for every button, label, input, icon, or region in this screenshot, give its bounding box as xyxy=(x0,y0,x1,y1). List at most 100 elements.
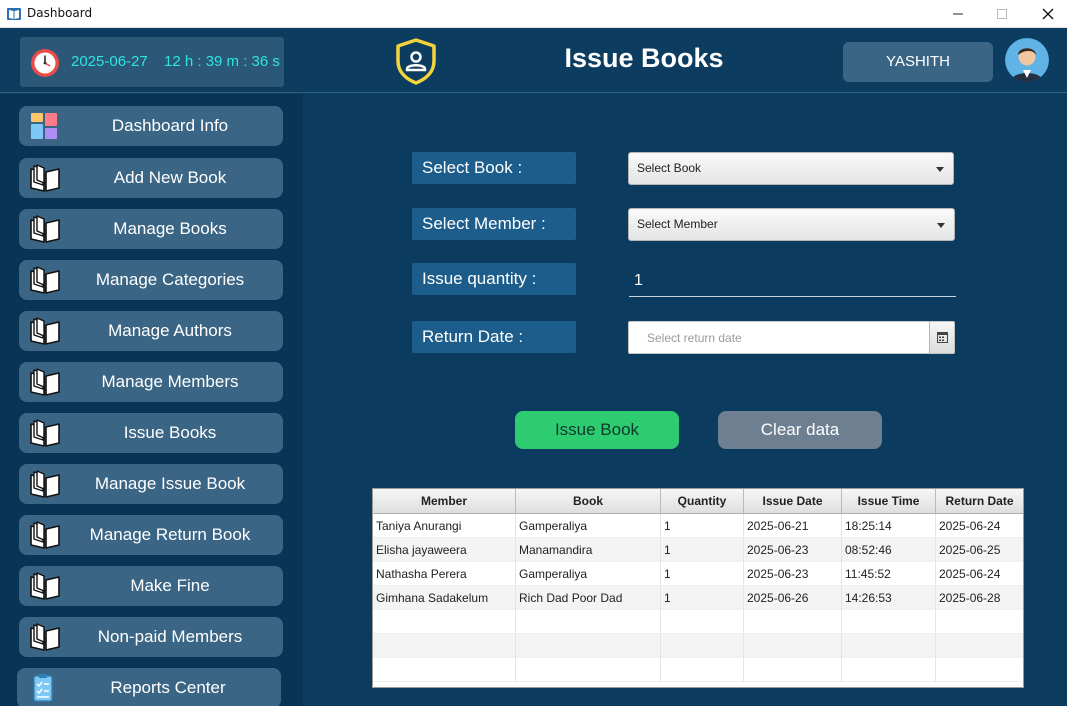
table-row[interactable]: Elisha jayaweera Manamandira 1 2025-06-2… xyxy=(373,538,1023,562)
empty-cell xyxy=(744,610,842,634)
select-member-dropdown[interactable]: Select Member xyxy=(628,208,955,241)
select-member-label: Select Member : xyxy=(412,208,576,240)
sidebar-item-label: Manage Authors xyxy=(108,321,232,340)
book-app-icon xyxy=(7,8,21,20)
issued-books-table[interactable]: Member Book Quantity Issue Date Issue Ti… xyxy=(372,488,1024,688)
issue-book-button[interactable]: Issue Book xyxy=(515,411,679,449)
empty-cell xyxy=(661,634,744,658)
cell-book: Gamperaliya xyxy=(516,562,661,586)
window-title: Dashboard xyxy=(27,6,93,20)
sidebar-item-make-fine[interactable]: Make Fine xyxy=(19,566,283,606)
cell-quantity: 1 xyxy=(661,538,744,562)
cell-book: Manamandira xyxy=(516,538,661,562)
cell-quantity: 1 xyxy=(661,562,744,586)
cell-member: Taniya Anurangi xyxy=(373,514,516,538)
issue-quantity-input[interactable]: 1 xyxy=(629,265,956,297)
table-row[interactable]: Nathasha Perera Gamperaliya 1 2025-06-23… xyxy=(373,562,1023,586)
cell-quantity: 1 xyxy=(661,514,744,538)
empty-cell xyxy=(516,658,661,682)
sidebar-item-label: Manage Books xyxy=(113,219,227,238)
avatar[interactable] xyxy=(1005,38,1049,82)
column-header-member[interactable]: Member xyxy=(373,489,516,514)
sidebar-item-manage-return-book[interactable]: Manage Return Book xyxy=(19,515,283,555)
column-header-book[interactable]: Book xyxy=(516,489,661,514)
cell-issue-date: 2025-06-23 xyxy=(744,538,842,562)
current-time: 12 h : 39 m : 36 s xyxy=(164,53,280,70)
close-button[interactable] xyxy=(1025,0,1067,28)
sidebar-item-label: Dashboard Info xyxy=(111,116,229,135)
empty-cell xyxy=(842,610,936,634)
cell-return-date: 2025-06-24 xyxy=(939,519,1001,533)
sidebar-item-label: Issue Books xyxy=(123,423,217,442)
empty-cell xyxy=(373,634,516,658)
empty-cell xyxy=(744,634,842,658)
close-icon xyxy=(1042,8,1054,20)
user-shield-icon xyxy=(396,38,436,85)
column-header-quantity[interactable]: Quantity xyxy=(661,489,744,514)
maximize-button[interactable] xyxy=(979,0,1025,28)
cell-issue-time: 11:45:52 xyxy=(842,562,936,586)
sidebar-item-label: Reports Center xyxy=(110,678,226,697)
empty-row xyxy=(373,658,1023,682)
minimize-button[interactable] xyxy=(935,0,981,28)
sidebar-item-issue-books[interactable]: Issue Books xyxy=(19,413,283,453)
select-book-dropdown[interactable]: Select Book xyxy=(628,152,954,185)
sidebar-item-label: Add New Book xyxy=(113,168,227,187)
app-header: 2025-06-27 12 h : 39 m : 36 s Issue Book… xyxy=(0,29,1067,93)
calendar-icon xyxy=(936,332,948,343)
sidebar-item-label: Manage Categories xyxy=(95,270,245,289)
cell-issue-date: 2025-06-21 xyxy=(744,514,842,538)
window-titlebar: Dashboard xyxy=(0,0,1067,28)
maximize-icon xyxy=(997,9,1007,19)
cell-quantity: 1 xyxy=(661,586,744,610)
sidebar-item-add-new-book[interactable]: Add New Book xyxy=(19,158,283,198)
chevron-down-icon xyxy=(937,223,945,228)
calendar-button[interactable] xyxy=(929,322,954,353)
sidebar-item-label: Non-paid Members xyxy=(97,627,243,646)
sidebar-item-dashboard-info[interactable]: Dashboard Info xyxy=(19,106,283,146)
cell-book: Rich Dad Poor Dad xyxy=(516,586,661,610)
cell-return-date: 2025-06-25 xyxy=(939,543,1001,557)
column-header-return-date[interactable]: Return Date xyxy=(936,489,1023,514)
issue-quantity-label: Issue quantity : xyxy=(412,263,576,295)
return-date-picker[interactable]: Select return date xyxy=(628,321,955,354)
minimize-icon xyxy=(953,13,963,15)
empty-cell xyxy=(661,658,744,682)
column-header-issue-time[interactable]: Issue Time xyxy=(842,489,936,514)
empty-cell xyxy=(516,610,661,634)
empty-cell xyxy=(842,634,936,658)
empty-row xyxy=(373,610,1023,634)
cell-book: Gamperaliya xyxy=(516,514,661,538)
sidebar-item-label: Make Fine xyxy=(130,576,210,595)
table-header: Member Book Quantity Issue Date Issue Ti… xyxy=(373,489,1023,514)
sidebar-item-label: Manage Members xyxy=(101,372,239,391)
cell-return-date: 2025-06-28 xyxy=(939,591,1001,605)
cell-member: Gimhana Sadakelum xyxy=(373,586,516,610)
return-date-placeholder: Select return date xyxy=(647,331,742,345)
cell-issue-date: 2025-06-23 xyxy=(744,562,842,586)
sidebar-item-manage-authors[interactable]: Manage Authors xyxy=(19,311,283,351)
empty-cell xyxy=(516,634,661,658)
empty-cell xyxy=(842,658,936,682)
column-header-issue-date[interactable]: Issue Date xyxy=(744,489,842,514)
sidebar-item-manage-issue-book[interactable]: Manage Issue Book xyxy=(19,464,283,504)
sidebar-item-label: Manage Return Book xyxy=(89,525,251,544)
select-book-value: Select Book xyxy=(637,161,702,175)
sidebar-item-manage-books[interactable]: Manage Books xyxy=(19,209,283,249)
sidebar-item-non-paid-members[interactable]: Non-paid Members xyxy=(19,617,283,657)
empty-cell xyxy=(373,610,516,634)
cell-issue-time: 18:25:14 xyxy=(842,514,936,538)
table-row[interactable]: Gimhana Sadakelum Rich Dad Poor Dad 1 20… xyxy=(373,586,1023,610)
sidebar-item-label: Manage Issue Book xyxy=(94,474,246,493)
user-button[interactable]: YASHITH xyxy=(843,42,993,82)
cell-return-date: 2025-06-24 xyxy=(939,567,1001,581)
empty-cell xyxy=(744,658,842,682)
clear-data-button[interactable]: Clear data xyxy=(718,411,882,449)
clock-panel: 2025-06-27 12 h : 39 m : 36 s xyxy=(20,37,284,87)
sidebar-item-manage-members[interactable]: Manage Members xyxy=(19,362,283,402)
empty-cell xyxy=(661,610,744,634)
empty-row xyxy=(373,634,1023,658)
sidebar-item-reports-center[interactable]: Reports Center xyxy=(17,668,281,706)
sidebar-item-manage-categories[interactable]: Manage Categories xyxy=(19,260,283,300)
table-row[interactable]: Taniya Anurangi Gamperaliya 1 2025-06-21… xyxy=(373,514,1023,538)
